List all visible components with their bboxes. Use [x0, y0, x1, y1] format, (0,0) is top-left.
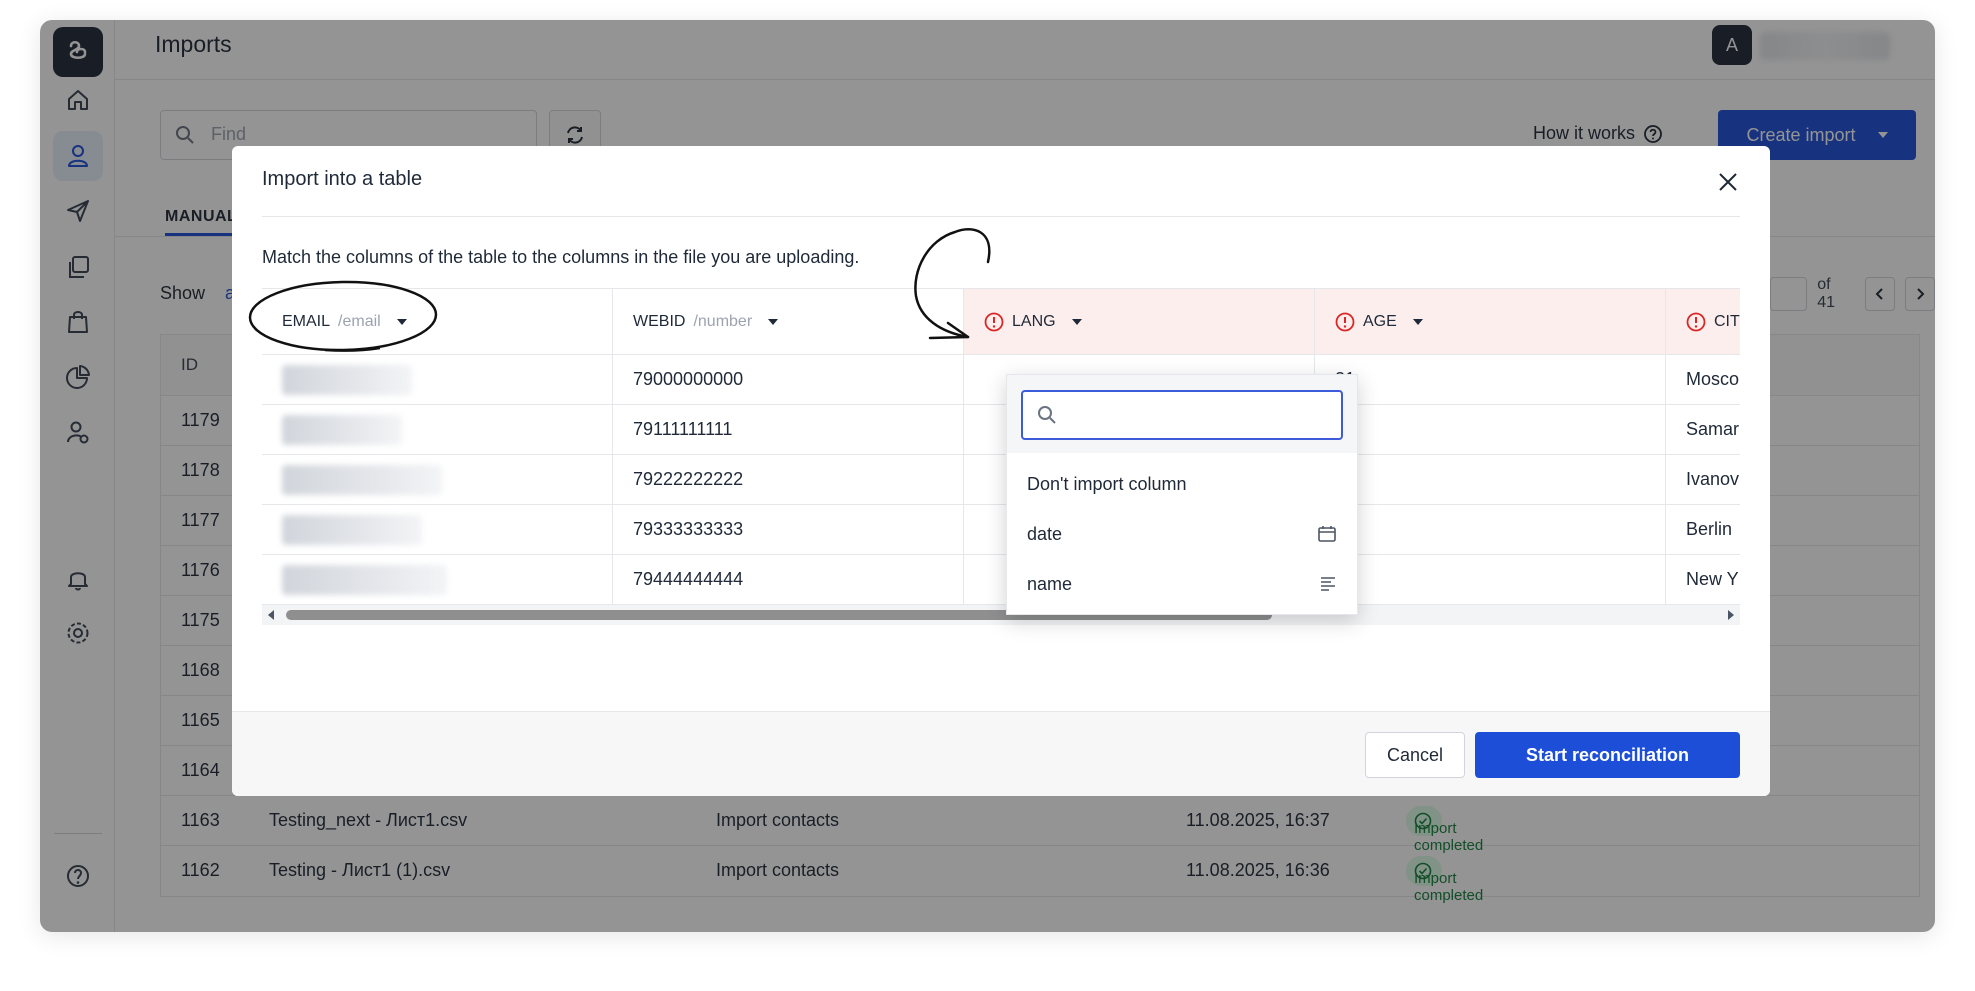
email-cell: [262, 555, 613, 605]
webid-cell: 79222222222: [613, 455, 964, 505]
chevron-down-icon: [1412, 318, 1423, 325]
scroll-right-icon[interactable]: [1728, 610, 1734, 620]
column-label: EMAIL: [282, 312, 331, 330]
import-modal: Import into a table Match the columns of…: [232, 146, 1770, 796]
modal-footer: Cancel Start reconciliation: [232, 711, 1770, 796]
email-cell: [262, 505, 613, 555]
column-label: LANG: [1012, 312, 1056, 330]
blurred-value: [282, 414, 402, 445]
column-header-age[interactable]: AGE: [1315, 289, 1666, 355]
modal-divider: [262, 216, 1740, 217]
dropdown-item-date[interactable]: date: [1007, 509, 1357, 559]
column-header-webid[interactable]: WEBID /number: [613, 289, 964, 355]
column-mapping-table: EMAIL /email WEBID /number LANG AGE CIT …: [262, 288, 1740, 628]
error-icon: [1686, 312, 1706, 331]
scroll-left-icon[interactable]: [268, 610, 274, 620]
column-header-lang[interactable]: LANG: [964, 289, 1315, 355]
modal-description: Match the columns of the table to the co…: [262, 247, 860, 267]
error-icon: [984, 312, 1004, 331]
column-type-hint: /number: [693, 312, 753, 330]
column-type-dropdown: Don't import column date name: [1006, 374, 1358, 615]
blurred-value: [282, 464, 442, 495]
age-cell: 43: [1315, 455, 1666, 505]
email-cell: [262, 405, 613, 455]
close-icon: [1719, 173, 1737, 191]
text-lines-icon: [1321, 577, 1335, 591]
age-cell: 21: [1315, 355, 1666, 405]
dropdown-item-name[interactable]: name: [1007, 559, 1357, 609]
webid-cell: 79111111111: [613, 405, 964, 455]
chevron-down-icon: [768, 318, 779, 325]
city-cell: Samar: [1666, 405, 1740, 455]
column-label: AGE: [1363, 312, 1397, 330]
column-label: CIT: [1714, 312, 1740, 330]
horizontal-scrollbar[interactable]: [262, 605, 1740, 625]
age-cell: 24: [1315, 505, 1666, 555]
modal-title: Import into a table: [262, 168, 423, 190]
column-label: WEBID: [633, 312, 686, 330]
email-cell: [262, 455, 613, 505]
dropdown-search-wrapper: [1007, 375, 1357, 453]
app-window: Imports A Find How it works Create impor…: [40, 20, 1935, 932]
email-cell: [262, 355, 613, 405]
chevron-down-icon: [1071, 318, 1082, 325]
city-cell: Mosco: [1666, 355, 1740, 405]
blurred-value: [282, 514, 422, 545]
dropdown-item-dont-import[interactable]: Don't import column: [1007, 459, 1357, 509]
webid-cell: 79000000000: [613, 355, 964, 405]
dropdown-search-input[interactable]: [1021, 390, 1343, 440]
search-icon: [1038, 406, 1056, 424]
blurred-value: [282, 364, 412, 395]
age-cell: 33: [1315, 405, 1666, 455]
age-cell: 51: [1315, 555, 1666, 605]
column-header-email[interactable]: EMAIL /email: [262, 289, 613, 355]
chevron-down-icon: [396, 318, 407, 325]
city-cell: Ivanov: [1666, 455, 1740, 505]
close-button[interactable]: [1716, 170, 1740, 194]
dropdown-item-label: name: [1027, 573, 1073, 594]
webid-cell: 79444444444: [613, 555, 964, 605]
webid-cell: 79333333333: [613, 505, 964, 555]
city-cell: Berlin: [1666, 505, 1740, 555]
start-reconciliation-button[interactable]: Start reconciliation: [1475, 732, 1740, 778]
city-cell: New Y: [1666, 555, 1740, 605]
dropdown-item-label: date: [1027, 523, 1063, 544]
blurred-value: [282, 564, 447, 595]
dropdown-item-label: Don't import column: [1027, 473, 1187, 494]
column-type-hint: /email: [338, 312, 381, 330]
calendar-icon: [1318, 526, 1336, 542]
error-icon: [1335, 312, 1355, 331]
cancel-button[interactable]: Cancel: [1365, 732, 1465, 778]
column-header-city[interactable]: CIT: [1666, 289, 1740, 355]
